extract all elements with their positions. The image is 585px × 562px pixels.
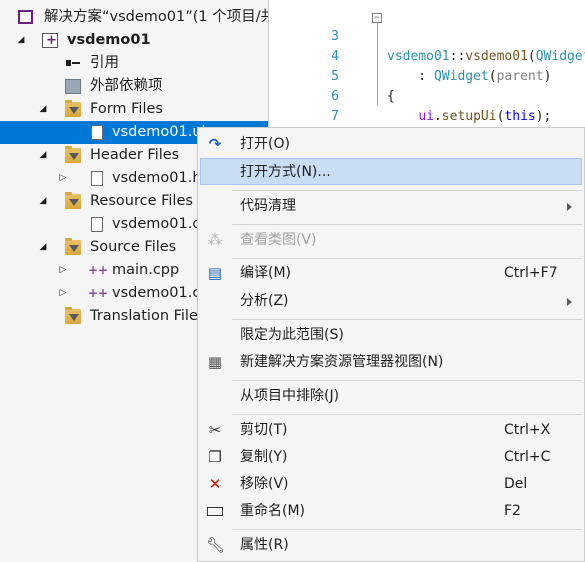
filter-folder-icon [65,146,81,163]
resource-files-label: Resource Files [90,193,193,209]
menu-item-label: 代码清理 [240,198,296,214]
code-editor[interactable]: − 3 vsdemo01::vsdemo01(QWidget 4 : QWidg… [268,0,585,128]
header-file-icon [91,171,103,186]
source-files-label: Source Files [90,239,177,255]
expanded-arrow-icon[interactable]: ◢ [36,236,50,259]
solution-icon [18,10,33,24]
main-cpp-label: main.cpp [112,262,180,278]
menu-item-shortcut: Del [504,476,528,492]
code-line: 4 : QWidget(parent) [269,27,585,84]
menu-item-open[interactable]: ↷ 打开(O) [200,131,582,158]
solution-label: 解决方案“vsdemo01”(1 个项目/共 [44,9,268,25]
menu-item-code-cleanup[interactable]: 代码清理 [200,193,582,220]
tree-solution-node[interactable]: 解决方案“vsdemo01”(1 个项目/共 [0,6,268,29]
menu-item-label: 移除(V) [240,476,289,492]
menu-item-label: 剪切(T) [240,422,288,438]
menu-item-cut[interactable]: ✂ 剪切(T) Ctrl+X [200,417,582,444]
new-view-icon: ▦ [207,353,223,371]
menu-item-open-with[interactable]: 打开方式(N)... [200,158,582,185]
menu-item-shortcut: F2 [504,503,521,519]
code-line: 6 ui.setupUi(this); [269,67,585,124]
submenu-arrow-icon [567,203,572,211]
menu-item-label: 限定为此范围(S) [240,327,344,343]
submenu-arrow-icon [567,298,572,306]
menu-item-label: 分析(Z) [240,293,289,309]
menu-item-label: 编译(M) [240,265,292,281]
menu-item-copy[interactable]: ❐ 复制(Y) Ctrl+C [200,444,582,471]
tree-external-deps-node[interactable]: 外部依赖项 [0,75,268,98]
menu-item-shortcut: Ctrl+C [504,449,551,465]
red-x-icon: ✕ [208,475,222,493]
menu-item-rename[interactable]: 重命名(M) F2 [200,498,582,525]
menu-item-label: 查看类图(V) [240,232,317,248]
menu-separator [232,414,582,415]
scissors-icon: ✂ [208,421,222,439]
translation-files-label: Translation Files [90,308,206,324]
redo-arrow-icon: ↷ [208,135,222,153]
form-files-label: Form Files [90,101,163,117]
collapsed-arrow-icon[interactable]: ▷ [56,282,70,305]
context-menu: ↷ 打开(O) 打开方式(N)... 代码清理 ⁂ 查看类图(V) ▤ 编译(M… [197,127,585,562]
tree-references-node[interactable]: 引用 [0,52,268,75]
expanded-arrow-icon[interactable]: ◢ [14,29,28,52]
code-line: 7 } [269,87,585,124]
menu-item-label: 复制(Y) [240,449,288,465]
project-icon: + [42,33,58,48]
menu-item-remove[interactable]: ✕ 移除(V) Del [200,471,582,498]
menu-item-scope-to-this[interactable]: 限定为此范围(S) [200,322,582,349]
menu-item-label: 打开(O) [240,136,290,152]
menu-item-label: 属性(R) [240,537,289,553]
menu-separator [232,380,582,381]
cpp-file-icon: ++ [88,286,109,300]
menu-item-analyze[interactable]: 分析(Z) [200,288,582,315]
expanded-arrow-icon[interactable]: ◢ [36,144,50,167]
project-label: vsdemo01 [67,32,151,48]
menu-separator [232,529,582,530]
menu-item-compile[interactable]: ▤ 编译(M) Ctrl+F7 [200,260,582,287]
menu-item-view-class-diagram[interactable]: ⁂ 查看类图(V) [200,227,582,254]
references-label: 引用 [90,55,119,71]
resource-file-icon [91,217,103,232]
filter-folder-icon [65,307,81,324]
menu-separator [232,258,582,259]
external-deps-icon [65,79,81,94]
rename-icon [206,502,224,520]
menu-item-label: 打开方式(N)... [240,164,331,180]
filter-folder-icon [65,192,81,209]
code-line: 3 vsdemo01::vsdemo01(QWidget [269,7,585,64]
menu-separator [232,319,582,320]
menu-item-new-solution-view[interactable]: ▦ 新建解决方案资源管理器视图(N) [200,349,582,376]
menu-item-label: 从项目中排除(J) [240,388,340,404]
expanded-arrow-icon[interactable]: ◢ [36,190,50,213]
collapsed-arrow-icon[interactable]: ▷ [56,167,70,190]
code-line: 8 [269,107,585,127]
tree-form-files-node[interactable]: ◢ Form Files [0,98,268,121]
menu-item-properties[interactable]: 🔧︎ 属性(R) [200,532,582,559]
header-file-label: vsdemo01.h [112,170,202,186]
cpp-file-icon: ++ [88,263,109,277]
menu-separator [232,190,582,191]
expanded-arrow-icon[interactable]: ◢ [36,98,50,121]
compile-icon: ▤ [207,264,223,282]
references-icon [65,56,81,71]
tree-project-node[interactable]: ◢ + vsdemo01 [0,29,268,52]
filter-folder-icon [65,238,81,255]
class-diagram-icon: ⁂ [207,231,223,249]
collapsed-arrow-icon[interactable]: ▷ [56,259,70,282]
header-files-label: Header Files [90,147,180,163]
wrench-icon: 🔧︎ [206,536,226,554]
menu-item-shortcut: Ctrl+F7 [504,265,558,281]
menu-item-exclude[interactable]: 从项目中排除(J) [200,383,582,410]
filter-folder-icon [65,100,81,117]
menu-item-label: 重命名(M) [240,503,306,519]
menu-separator [232,224,582,225]
ui-file-icon [91,125,103,140]
form-file-label: vsdemo01.ui [112,124,206,140]
menu-item-shortcut: Ctrl+X [504,422,551,438]
code-line: 5 { [269,47,585,104]
copy-icon: ❐ [208,448,222,466]
menu-item-label: 新建解决方案资源管理器视图(N) [240,354,444,370]
external-deps-label: 外部依赖项 [90,78,163,94]
